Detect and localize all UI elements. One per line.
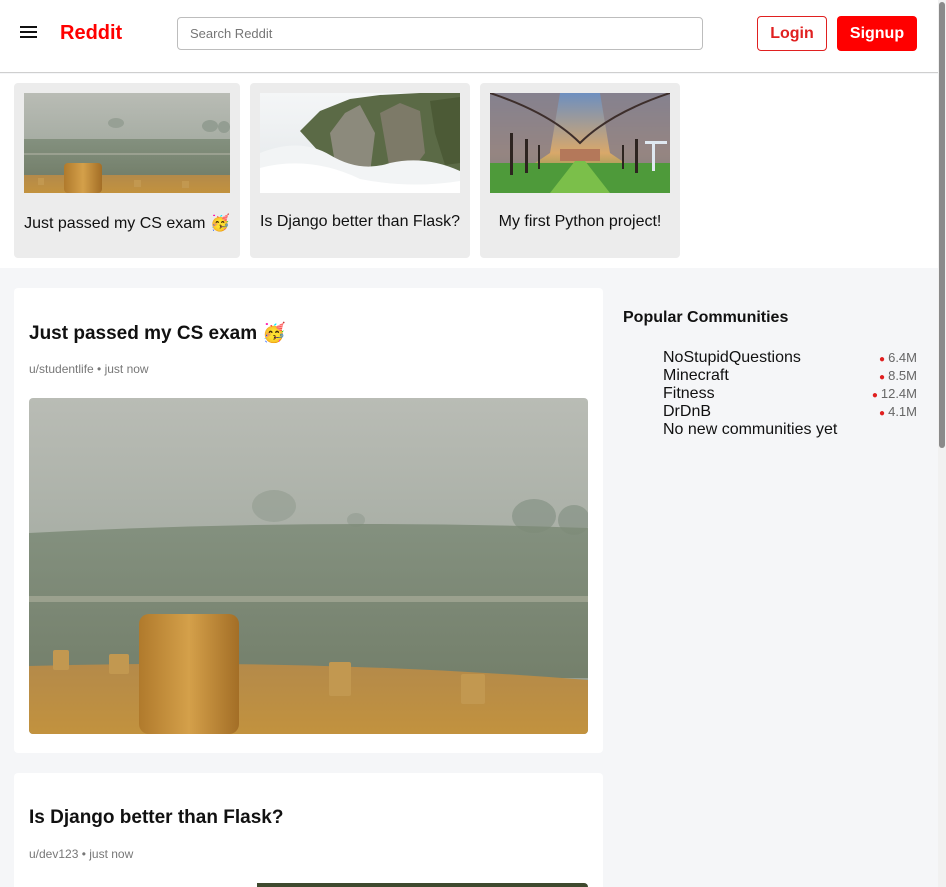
featured-carousel: Just passed my CS exam 🥳 Is Django bette… (0, 74, 938, 268)
post-card[interactable]: Is Django better than Flask? u/dev123 • … (14, 773, 603, 887)
search-input[interactable] (177, 17, 703, 50)
community-item[interactable]: NoStupidQuestions ● 6.4M (663, 349, 917, 367)
reddit-logo[interactable]: Reddit (60, 22, 122, 45)
sidebar-title: Popular Communities (623, 309, 789, 326)
community-name[interactable]: Minecraft (663, 367, 729, 385)
misty-cliff-thumbnail (260, 93, 460, 193)
post-title[interactable]: Is Django better than Flask? (29, 807, 283, 829)
carousel-card-title: My first Python project! (498, 213, 662, 230)
community-list: NoStupidQuestions ● 6.4M Minecraft ● 8.5M … (663, 349, 917, 439)
hamburger-menu-icon[interactable] (20, 23, 38, 43)
post-meta: u/dev123 • just now (29, 847, 134, 861)
community-member-count: ● 6.4M (879, 350, 917, 365)
empty-communities-message: No new communities yet (663, 421, 838, 438)
community-member-count: ● 8.5M (879, 368, 917, 383)
post-image[interactable] (29, 883, 588, 887)
carousel-card-title: Is Django better than Flask? (259, 213, 461, 230)
carousel-card[interactable]: My first Python project! (480, 83, 680, 258)
community-name[interactable]: DrDnB (663, 403, 711, 421)
community-item[interactable]: Minecraft ● 8.5M (663, 367, 917, 385)
foggy-field-thumbnail (24, 93, 230, 193)
carousel-card-title: Just passed my CS exam 🥳 (24, 215, 230, 232)
top-header: Reddit Login Signup (0, 0, 938, 73)
community-item[interactable]: Fitness ● 12.4M (663, 385, 917, 403)
community-member-count: ● 4.1M (879, 404, 917, 419)
signup-button[interactable]: Signup (837, 16, 917, 51)
community-member-count: ● 12.4M (871, 386, 917, 401)
post-card[interactable]: Just passed my CS exam 🥳 u/studentlife •… (14, 288, 603, 753)
post-meta: u/studentlife • just now (29, 362, 149, 376)
post-image[interactable] (29, 398, 588, 734)
post-title[interactable]: Just passed my CS exam 🥳 (29, 321, 286, 345)
page-scrollbar[interactable] (938, 0, 946, 887)
carousel-card[interactable]: Just passed my CS exam 🥳 (14, 83, 240, 258)
carousel-card[interactable]: Is Django better than Flask? (250, 83, 470, 258)
login-button[interactable]: Login (757, 16, 827, 51)
community-item[interactable]: DrDnB ● 4.1M (663, 403, 917, 421)
community-name[interactable]: Fitness (663, 385, 715, 403)
scrollbar-thumb[interactable] (939, 2, 945, 448)
community-name[interactable]: NoStupidQuestions (663, 349, 801, 367)
tree-avenue-thumbnail (490, 93, 670, 193)
